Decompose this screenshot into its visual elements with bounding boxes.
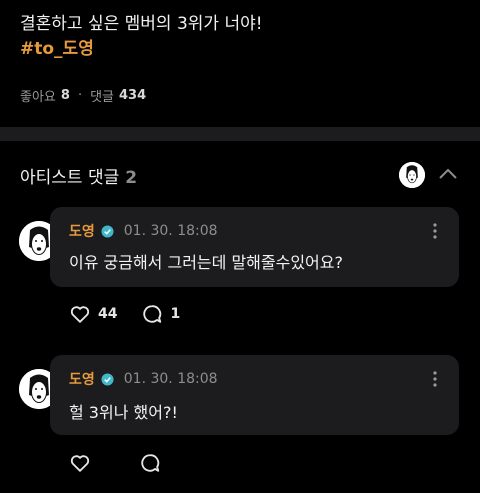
verified-badge-icon (101, 224, 114, 238)
comment-author[interactable]: 도영 (69, 221, 95, 241)
likes-count: 8 (60, 88, 70, 103)
comment-date: 01. 30. 18:08 (123, 371, 218, 387)
artist-comments-label: 아티스트 댓글 (20, 168, 120, 188)
comment-text: 헐 3위나 했어?! (69, 403, 178, 422)
comment-text: 이유 궁금해서 그러는데 말해줄수있어요? (69, 253, 343, 272)
likes-label: 좋아요 (20, 90, 56, 105)
like-button[interactable]: 44 (69, 303, 117, 325)
comment-date: 01. 30. 18:08 (123, 223, 218, 239)
reply-button[interactable] (139, 452, 161, 474)
comment-bubble: 도영 01. 30. 18:08 이유 궁금해서 그러는데 말해줄수있어요? (50, 207, 459, 287)
post-stats: 좋아요 8 · 댓글 434 (20, 86, 146, 105)
comment-meta: 도영 01. 30. 18:08 (69, 369, 218, 389)
reply-count: 1 (170, 306, 181, 322)
artist-comments-header: 아티스트 댓글 2 (20, 163, 137, 188)
speech-bubble-icon (143, 305, 162, 323)
more-vertical-icon[interactable] (433, 371, 437, 387)
artist-comments-count: 2 (125, 168, 138, 188)
comment-author[interactable]: 도영 (69, 369, 95, 389)
comment-bubble: 도영 01. 30. 18:08 헐 3위나 했어?! (50, 355, 459, 435)
comment-meta: 도영 01. 30. 18:08 (69, 221, 218, 241)
speech-bubble-icon (141, 454, 160, 472)
heart-icon (70, 455, 90, 472)
artist-avatar-small[interactable] (399, 162, 425, 188)
like-count: 44 (98, 306, 118, 322)
comments-count: 434 (119, 88, 147, 103)
heart-icon (70, 306, 90, 323)
comments-label: 댓글 (90, 90, 114, 105)
post-hashtag[interactable]: #to_도영 (20, 38, 94, 60)
post-title: 결혼하고 싶은 멤버의 3위가 너야! (20, 14, 263, 34)
stats-dot: · (77, 88, 83, 103)
comment-actions (69, 452, 185, 474)
more-vertical-icon[interactable] (433, 223, 437, 239)
section-separator (0, 127, 480, 141)
like-button[interactable] (69, 452, 91, 474)
comment-actions: 44 1 (69, 303, 204, 325)
reply-button[interactable]: 1 (141, 303, 180, 325)
chevron-up-icon[interactable] (437, 166, 459, 182)
verified-badge-icon (101, 372, 114, 386)
